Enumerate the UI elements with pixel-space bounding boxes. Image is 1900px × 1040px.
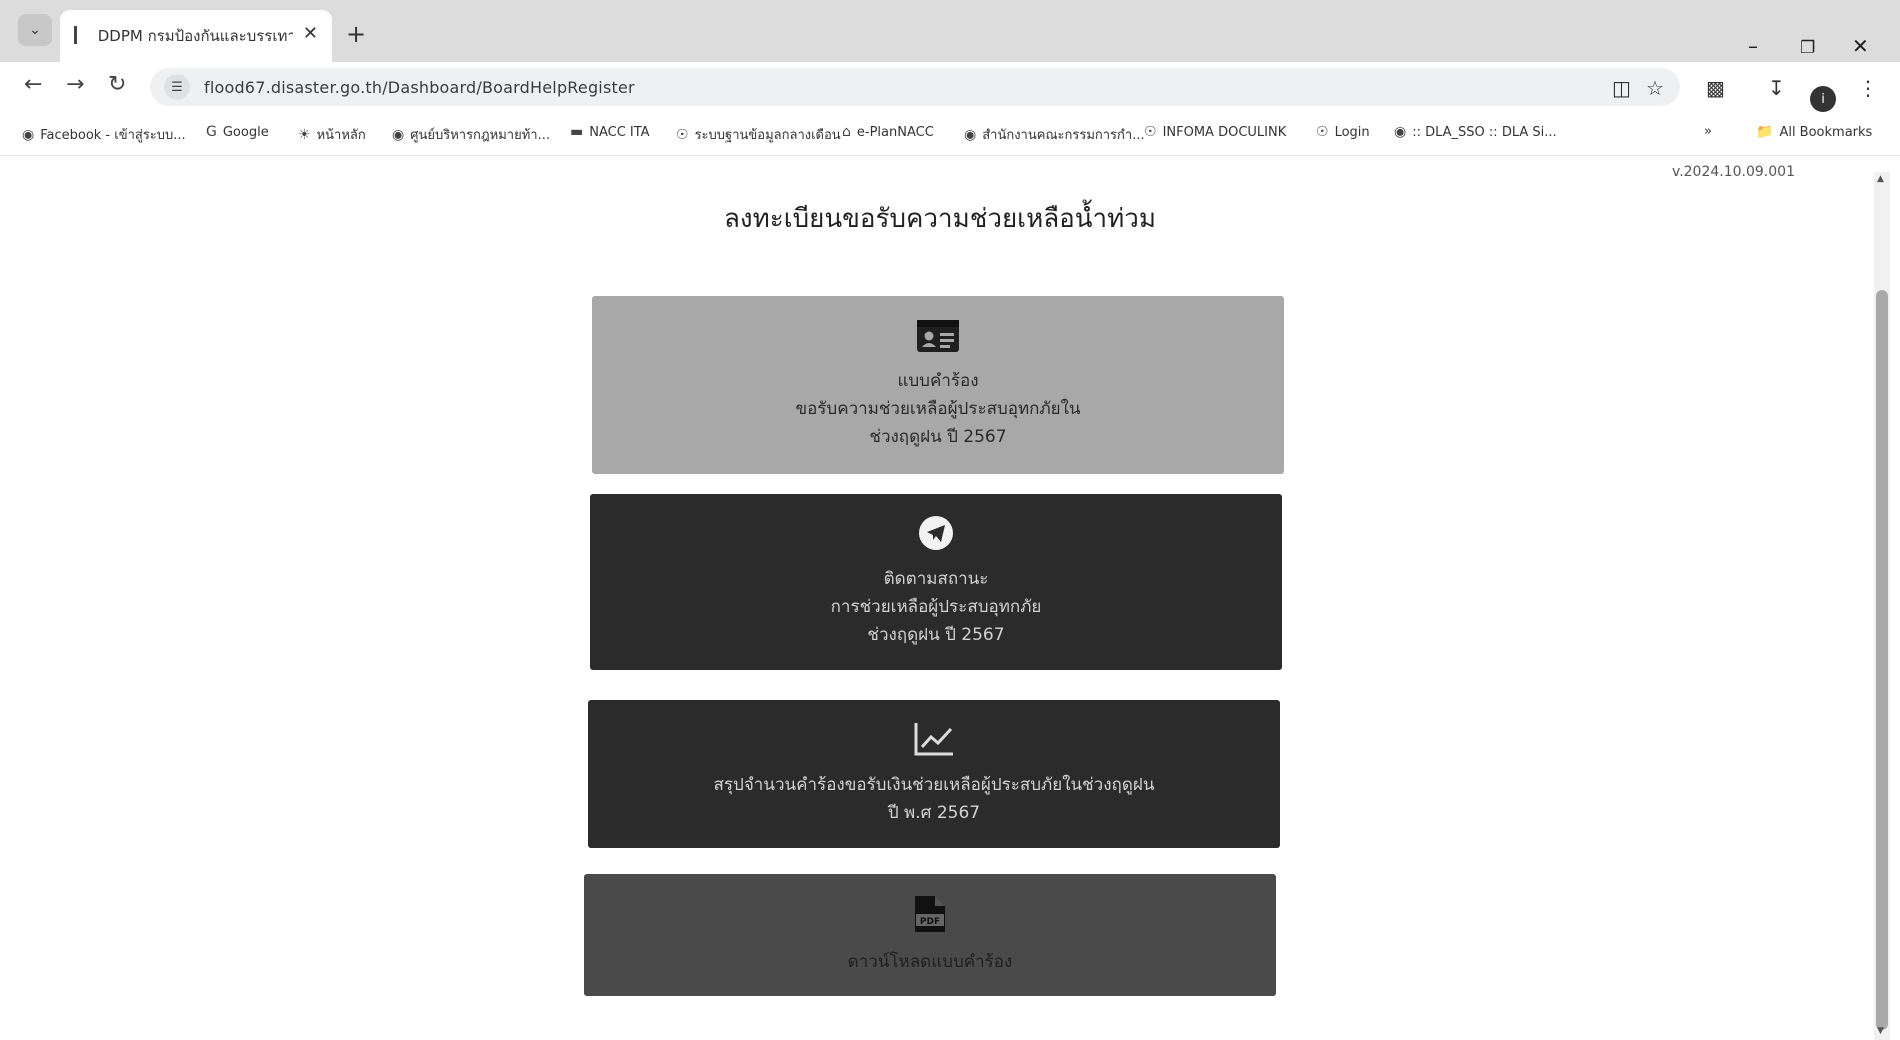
summary-card[interactable]: สรุปจำนวนคำร้องขอรับเงินช่วยเหลือผู้ประส… — [588, 700, 1280, 848]
request-form-card[interactable]: แบบคำร้อง ขอรับความช่วยเหลือผู้ประสบอุทก… — [592, 296, 1284, 474]
site-icon: ◉ — [392, 126, 405, 143]
bookmark-home[interactable]: ☀ หน้าหลัก — [298, 124, 366, 145]
restore-icon[interactable]: ❐ — [1800, 38, 1815, 58]
pdf-file-icon: PDF — [915, 896, 945, 932]
scrollbar-thumb[interactable] — [1876, 290, 1888, 1030]
scroll-up-icon[interactable]: ▲ — [1877, 174, 1884, 184]
facebook-icon: ◉ — [22, 126, 35, 143]
card-text-line: ช่วงฤดูฝน ปี 2567 — [869, 427, 1007, 447]
browser-toolbar: ← → ↻ ☰ flood67.disaster.go.th/Dashboard… — [0, 62, 1900, 112]
site-icon: ◉ — [1394, 124, 1407, 140]
site-info-icon[interactable]: ☰ — [164, 74, 190, 100]
telegram-icon — [919, 516, 953, 550]
page-title: ลงทะเบียนขอรับความช่วยเหลือน้ำท่วม — [723, 204, 1157, 234]
bookmark-law-center[interactable]: ◉ ศูนย์บริหารกฎหมายท้า... — [392, 124, 550, 145]
menu-icon[interactable]: ⋮ — [1858, 76, 1878, 100]
card-text-line: ช่วงฤดูฝน ปี 2567 — [867, 625, 1005, 645]
chevron-down-icon: ⌄ — [29, 22, 41, 38]
more-bookmarks-button[interactable]: » — [1704, 124, 1712, 139]
bookmark-login[interactable]: ☉ Login — [1316, 124, 1370, 140]
profile-avatar[interactable]: i — [1810, 86, 1836, 112]
globe-icon: ☉ — [1316, 124, 1329, 140]
reload-icon[interactable]: ↻ — [108, 72, 126, 97]
scroll-down-icon[interactable]: ▼ — [1877, 1026, 1884, 1036]
back-icon[interactable]: ← — [24, 72, 42, 97]
card-text-line: การช่วยเหลือผู้ประสบอุทกภัย — [830, 597, 1042, 617]
card-text-line: สรุปจำนวนคำร้องขอรับเงินช่วยเหลือผู้ประส… — [713, 775, 1155, 795]
bookmark-infoma[interactable]: ☉ INFOMA DOCULINK — [1144, 124, 1286, 140]
id-card-icon — [917, 320, 959, 352]
home-icon: ⌂ — [842, 124, 851, 140]
bookmarks-bar: ◉ Facebook - เข้าสู่ระบบ... G Google ☀ ห… — [0, 112, 1900, 156]
address-bar[interactable]: ☰ flood67.disaster.go.th/Dashboard/Board… — [150, 68, 1680, 106]
folder-icon: 📁 — [1756, 124, 1774, 140]
ita-icon: ▬ — [570, 124, 584, 140]
version-label: v.2024.10.09.001 — [1672, 164, 1795, 180]
bookmark-eplan-nacc[interactable]: ⌂ e-PlanNACC — [842, 124, 934, 140]
card-text-line: ติดตามสถานะ — [883, 569, 989, 589]
minimize-icon[interactable]: – — [1748, 34, 1758, 58]
card-text-line: ดาวน์โหลดแบบคำร้อง — [847, 952, 1013, 972]
site-icon: ☀ — [298, 126, 311, 143]
download-icon[interactable]: ↧ — [1768, 76, 1785, 100]
card-text-line: แบบคำร้อง — [897, 371, 979, 391]
bookmark-nacc-ita[interactable]: ▬ NACC ITA — [570, 124, 650, 140]
line-chart-icon — [914, 723, 953, 756]
new-tab-button[interactable]: + — [346, 20, 366, 48]
bookmark-facebook[interactable]: ◉ Facebook - เข้าสู่ระบบ... — [22, 124, 186, 145]
extensions-icon[interactable]: ▩ — [1706, 76, 1725, 100]
browser-tab[interactable]: DDPM กรมป้องกันและบรรเทาสาธา ✕ — [60, 10, 332, 62]
bookmark-dla-sso[interactable]: ◉ :: DLA_SSO :: DLA Si... — [1394, 124, 1557, 140]
bookmark-google[interactable]: G Google — [206, 124, 269, 140]
close-window-icon[interactable]: ✕ — [1852, 34, 1869, 58]
tab-search-button[interactable]: ⌄ — [18, 14, 52, 46]
star-icon[interactable]: ☆ — [1646, 76, 1664, 100]
globe-icon: ☉ — [676, 126, 689, 143]
card-text-line: ปี พ.ศ 2567 — [887, 803, 981, 823]
all-bookmarks-button[interactable]: 📁 All Bookmarks — [1756, 124, 1872, 140]
forward-icon[interactable]: → — [66, 72, 84, 97]
globe-icon: ☉ — [1144, 124, 1157, 140]
card-text-line: ขอรับความช่วยเหลือผู้ประสบอุทกภัยใน — [795, 399, 1081, 419]
tab-title: DDPM กรมป้องกันและบรรเทาสาธา — [97, 27, 293, 45]
install-app-icon[interactable]: ◫ — [1612, 76, 1631, 100]
bookmark-database[interactable]: ☉ ระบบฐานข้อมูลกลางเดือน — [676, 124, 841, 145]
url-text[interactable]: flood67.disaster.go.th/Dashboard/BoardHe… — [204, 78, 635, 97]
google-icon: G — [206, 124, 217, 140]
close-icon[interactable]: ✕ — [303, 24, 318, 44]
track-status-card[interactable]: ติดตามสถานะ การช่วยเหลือผู้ประสบอุทกภัย … — [590, 494, 1282, 670]
download-form-card[interactable]: PDF ดาวน์โหลดแบบคำร้อง — [584, 874, 1276, 996]
svg-text:PDF: PDF — [920, 917, 940, 927]
favicon-icon — [74, 26, 88, 44]
bookmark-office[interactable]: ◉ สำนักงานคณะกรรมการกำ... — [964, 124, 1145, 145]
site-icon: ◉ — [964, 126, 977, 143]
tab-strip: ⌄ DDPM กรมป้องกันและบรรเทาสาธา ✕ + – ❐ ✕ — [0, 0, 1900, 62]
